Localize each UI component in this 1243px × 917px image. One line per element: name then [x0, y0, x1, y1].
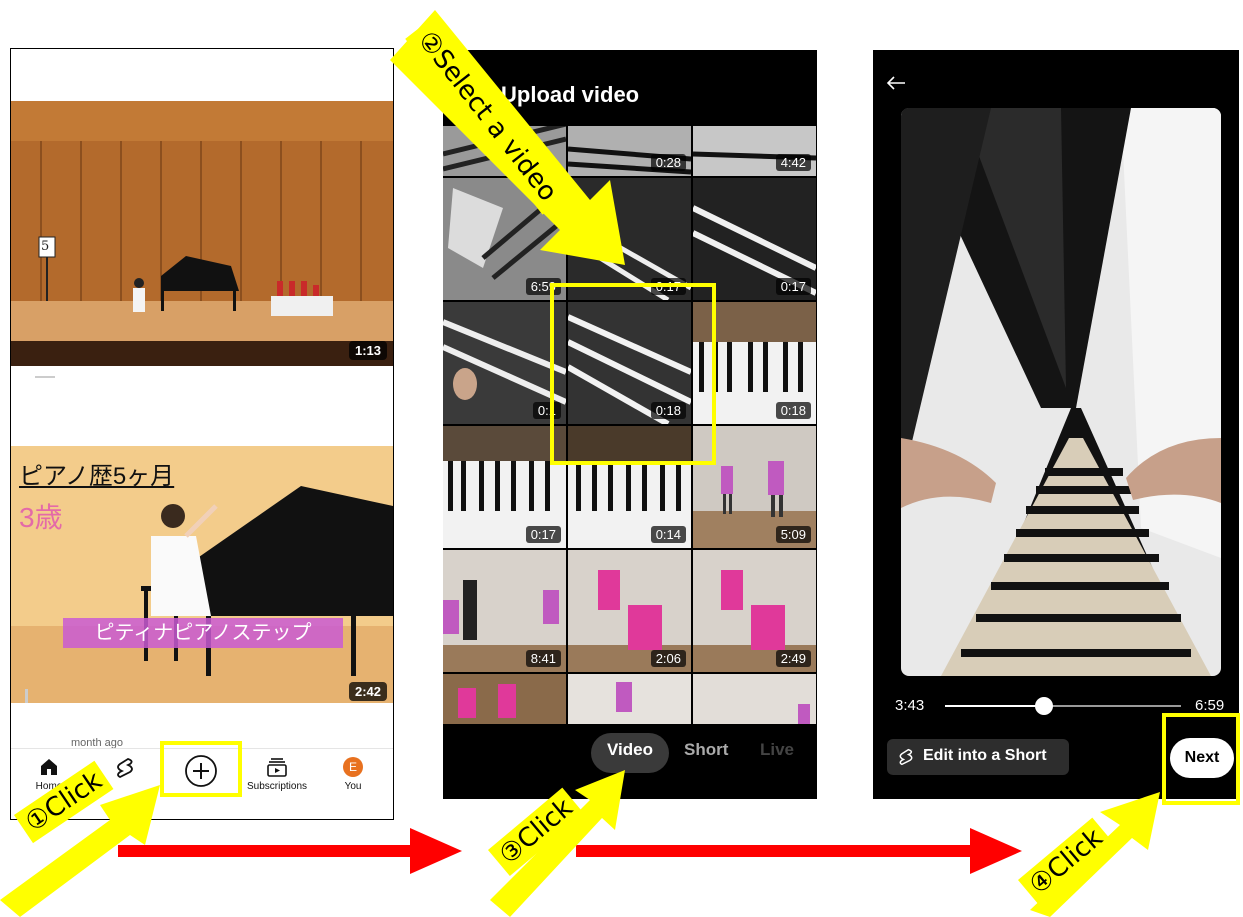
gallery-tile[interactable]: 2:06 — [568, 550, 691, 672]
gallery-tile[interactable] — [568, 674, 691, 724]
video-overlay-banner: ピティナピアノステップ — [63, 618, 343, 648]
gallery-tile[interactable]: 8:41 — [443, 550, 566, 672]
highlight-selected-video — [550, 283, 716, 465]
current-time: 3:43 — [895, 697, 925, 714]
video-duration: 0:28 — [650, 154, 686, 171]
gallery-tile[interactable]: 0:1 — [443, 302, 566, 424]
gallery-tile[interactable] — [443, 674, 566, 724]
total-time: 6:59 — [1195, 697, 1225, 714]
gallery-tile[interactable]: 4:42 — [693, 126, 816, 176]
video-duration: 0:14 — [650, 526, 686, 543]
gallery-tile[interactable]: 0:17 — [443, 426, 566, 548]
next-button[interactable]: Next — [1170, 738, 1234, 778]
video-duration: 5:09 — [775, 526, 811, 543]
subscriptions-icon — [267, 758, 287, 777]
divider — [25, 689, 28, 703]
divider — [35, 376, 55, 378]
video-duration: 4:42 — [775, 154, 811, 171]
youtube-home-screen: 5 1:13 ピアノ歴5ヶ月 3歳 ピティナピアノステップ 2:42 month… — [10, 48, 394, 820]
edit-into-short-label: Edit into a Short — [923, 747, 1047, 764]
video-duration: 0:17 — [775, 278, 811, 295]
scrub-handle[interactable] — [1035, 697, 1054, 715]
avatar: E — [343, 757, 363, 777]
nav-you-label: You — [344, 781, 362, 792]
video-overlay-age: 3歳 — [19, 502, 63, 533]
nav-subscriptions-label: Subscriptions — [246, 781, 308, 792]
video-duration: 2:06 — [650, 650, 686, 667]
shorts-icon — [899, 748, 913, 766]
video-duration: 2:42 — [348, 682, 387, 701]
video-duration: 0:18 — [775, 402, 811, 419]
video-duration: 2:49 — [775, 650, 811, 667]
gallery-tile[interactable]: 0:17 — [693, 178, 816, 300]
edit-into-short-button[interactable]: Edit into a Short — [887, 739, 1069, 775]
trim-video-screen: 3:43 6:59 Edit into a Short — [873, 50, 1239, 799]
tab-video[interactable]: Video — [607, 740, 653, 760]
nav-you[interactable]: E You — [315, 757, 391, 792]
gallery-tile[interactable]: 2:49 — [693, 550, 816, 672]
tab-live[interactable]: Live — [760, 740, 794, 760]
gallery-tile[interactable] — [693, 674, 816, 724]
nav-subscriptions[interactable]: Subscriptions — [239, 757, 315, 792]
video-duration: 8:41 — [525, 650, 561, 667]
back-arrow-icon[interactable] — [885, 74, 907, 92]
video-preview — [901, 108, 1221, 676]
video-duration: 0:17 — [525, 526, 561, 543]
stage-number-sign: 5 — [41, 239, 50, 254]
tab-short[interactable]: Short — [684, 740, 728, 760]
video-duration: 1:13 — [348, 341, 387, 360]
scrub-progress — [945, 705, 1045, 707]
video-thumbnail-piano-child[interactable]: ピアノ歴5ヶ月 3歳 ピティナピアノステップ 2:42 — [11, 446, 393, 703]
video-overlay-title: ピアノ歴5ヶ月 — [19, 463, 175, 490]
video-thumbnail-recital[interactable]: 5 1:13 — [11, 101, 393, 366]
